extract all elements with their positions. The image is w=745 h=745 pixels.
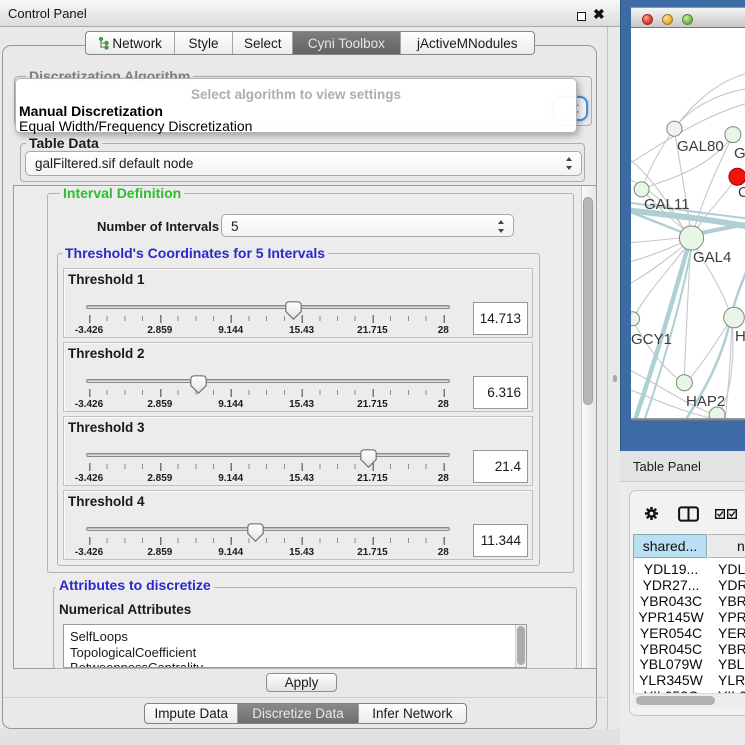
svg-text:H: H <box>735 328 745 345</box>
svg-text:HAP2: HAP2 <box>686 393 725 410</box>
svg-text:GAL4: GAL4 <box>693 249 731 266</box>
svg-text:GCY1: GCY1 <box>631 331 672 348</box>
svg-text:GAL80: GAL80 <box>677 138 724 155</box>
svg-text:GAL11: GAL11 <box>644 196 690 213</box>
svg-text:C: C <box>738 184 745 201</box>
svg-text:GA: GA <box>734 145 745 162</box>
